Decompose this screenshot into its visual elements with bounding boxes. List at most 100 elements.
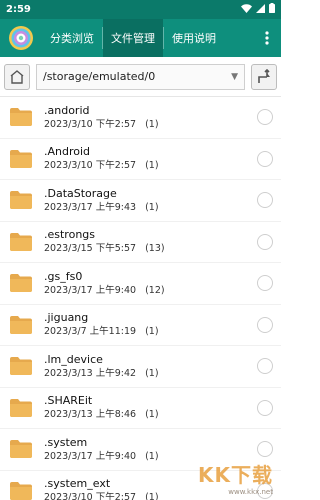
overflow-menu-button[interactable] (253, 19, 281, 57)
status-bar: 2:59 (0, 0, 281, 19)
folder-icon (10, 481, 32, 500)
up-arrow-icon (258, 68, 270, 83)
file-count: (1) (145, 326, 159, 338)
file-date: 2023/3/17 上午9:40 (44, 450, 137, 462)
folder-icon (10, 440, 32, 459)
watermark-url: www.kkx.net (228, 488, 273, 496)
file-count: (1) (145, 160, 159, 172)
file-info: .gs_fs0 2023/3/17 上午9:40 (12) (44, 270, 257, 297)
file-meta: 2023/3/13 上午9:42 (1) (44, 367, 257, 380)
tab-label: 文件管理 (111, 32, 155, 45)
file-row[interactable]: .estrongs 2023/3/15 下午5:57 (13) (0, 222, 281, 263)
tab-bar: 分类浏览 文件管理 使用说明 (0, 19, 281, 57)
file-name: .Android (44, 145, 91, 159)
file-meta: 2023/3/10 下午2:57 (1) (44, 118, 257, 131)
file-count: (1) (145, 367, 159, 379)
file-meta: 2023/3/10 下午2:57 (1) (44, 159, 257, 172)
watermark-main: KK下载 (198, 463, 273, 487)
tab-instructions[interactable]: 使用说明 (164, 19, 224, 57)
file-date: 2023/3/10 下午2:57 (44, 160, 137, 172)
file-name: .estrongs (44, 228, 96, 242)
file-info: .andorid 2023/3/10 下午2:57 (1) (44, 104, 257, 131)
file-meta: 2023/3/17 上午9:40 (12) (44, 284, 257, 297)
file-list: .andorid 2023/3/10 下午2:57 (1) .Android 2023/… (0, 97, 281, 500)
file-name: .jiguang (44, 311, 89, 325)
folder-icon (10, 149, 32, 168)
folder-icon (10, 398, 32, 417)
file-count: (1) (145, 409, 159, 421)
tab-category-browse[interactable]: 分类浏览 (42, 19, 102, 57)
tab-file-manager[interactable]: 文件管理 (103, 19, 163, 57)
file-count: (1) (145, 450, 159, 462)
file-info: .jiguang 2023/3/7 上午11:19 (1) (44, 311, 257, 338)
file-row[interactable]: .Android 2023/3/10 下午2:57 (1) (0, 139, 281, 180)
file-count: (1) (145, 118, 159, 130)
path-dropdown[interactable]: /storage/emulated/0 ▼ (36, 63, 245, 90)
file-info: .Android 2023/3/10 下午2:57 (1) (44, 145, 257, 172)
file-date: 2023/3/17 上午9:40 (44, 284, 137, 296)
folder-icon (10, 232, 32, 251)
parent-directory-button[interactable] (251, 63, 277, 90)
select-radio[interactable] (257, 233, 273, 250)
file-date: 2023/3/10 下午2:57 (44, 118, 137, 130)
file-row[interactable]: .lm_device 2023/3/13 上午9:42 (1) (0, 346, 281, 388)
file-count: (1) (145, 201, 159, 213)
file-date: 2023/3/17 上午9:43 (44, 201, 137, 213)
path-bar: /storage/emulated/0 ▼ (0, 57, 281, 97)
select-radio[interactable] (257, 109, 273, 126)
select-radio[interactable] (257, 399, 273, 416)
file-info: .DataStorage 2023/3/17 上午9:43 (1) (44, 187, 257, 214)
folder-icon (10, 274, 32, 293)
current-path: /storage/emulated/0 (43, 70, 156, 83)
file-date: 2023/3/13 上午8:46 (44, 409, 137, 421)
file-meta: 2023/3/15 下午5:57 (13) (44, 242, 257, 255)
wifi-icon (241, 3, 252, 16)
app-logo (0, 19, 42, 57)
select-radio[interactable] (257, 441, 273, 458)
file-name: .andorid (44, 103, 90, 117)
file-row[interactable]: .SHAREit 2023/3/13 上午8:46 (1) (0, 388, 281, 429)
file-info: .SHAREit 2023/3/13 上午8:46 (1) (44, 394, 257, 421)
file-meta: 2023/3/17 上午9:43 (1) (44, 201, 257, 214)
home-button[interactable] (4, 63, 30, 90)
folder-icon (10, 108, 32, 127)
file-info: .estrongs 2023/3/15 下午5:57 (13) (44, 228, 257, 255)
file-row[interactable]: .andorid 2023/3/10 下午2:57 (1) (0, 97, 281, 139)
file-date: 2023/3/10 下午2:57 (44, 492, 137, 500)
file-meta: 2023/3/13 上午8:46 (1) (44, 408, 257, 421)
watermark: KK下载 www.kkx.net (198, 459, 273, 496)
more-vertical-icon (265, 31, 269, 45)
folder-icon (10, 315, 32, 334)
file-count: (13) (145, 243, 165, 255)
home-icon (10, 69, 24, 84)
file-row[interactable]: .gs_fs0 2023/3/17 上午9:40 (12) (0, 263, 281, 305)
battery-icon (269, 3, 275, 16)
tab-label: 使用说明 (172, 32, 216, 45)
select-radio[interactable] (257, 316, 273, 333)
file-name: .gs_fs0 (44, 269, 83, 283)
file-name: .lm_device (44, 352, 103, 366)
file-name: .SHAREit (44, 394, 93, 408)
tab-label: 分类浏览 (50, 32, 94, 45)
file-date: 2023/3/15 下午5:57 (44, 243, 137, 255)
file-meta: 2023/3/7 上午11:19 (1) (44, 325, 257, 338)
select-radio[interactable] (257, 275, 273, 292)
file-row[interactable]: .DataStorage 2023/3/17 上午9:43 (1) (0, 180, 281, 222)
app-logo-icon (9, 26, 33, 50)
status-time: 2:59 (6, 4, 31, 15)
folder-icon (10, 191, 32, 210)
chevron-down-icon: ▼ (231, 71, 238, 82)
file-row[interactable]: .jiguang 2023/3/7 上午11:19 (1) (0, 305, 281, 346)
file-name: .system (44, 435, 88, 449)
signal-icon (256, 3, 265, 16)
select-radio[interactable] (257, 358, 273, 375)
folder-icon (10, 357, 32, 376)
select-radio[interactable] (257, 192, 273, 209)
file-name: .DataStorage (44, 186, 117, 200)
file-count: (12) (145, 284, 165, 296)
file-count: (1) (145, 492, 159, 500)
file-date: 2023/3/7 上午11:19 (44, 326, 137, 338)
file-date: 2023/3/13 上午9:42 (44, 367, 137, 379)
file-info: .lm_device 2023/3/13 上午9:42 (1) (44, 353, 257, 380)
select-radio[interactable] (257, 150, 273, 167)
